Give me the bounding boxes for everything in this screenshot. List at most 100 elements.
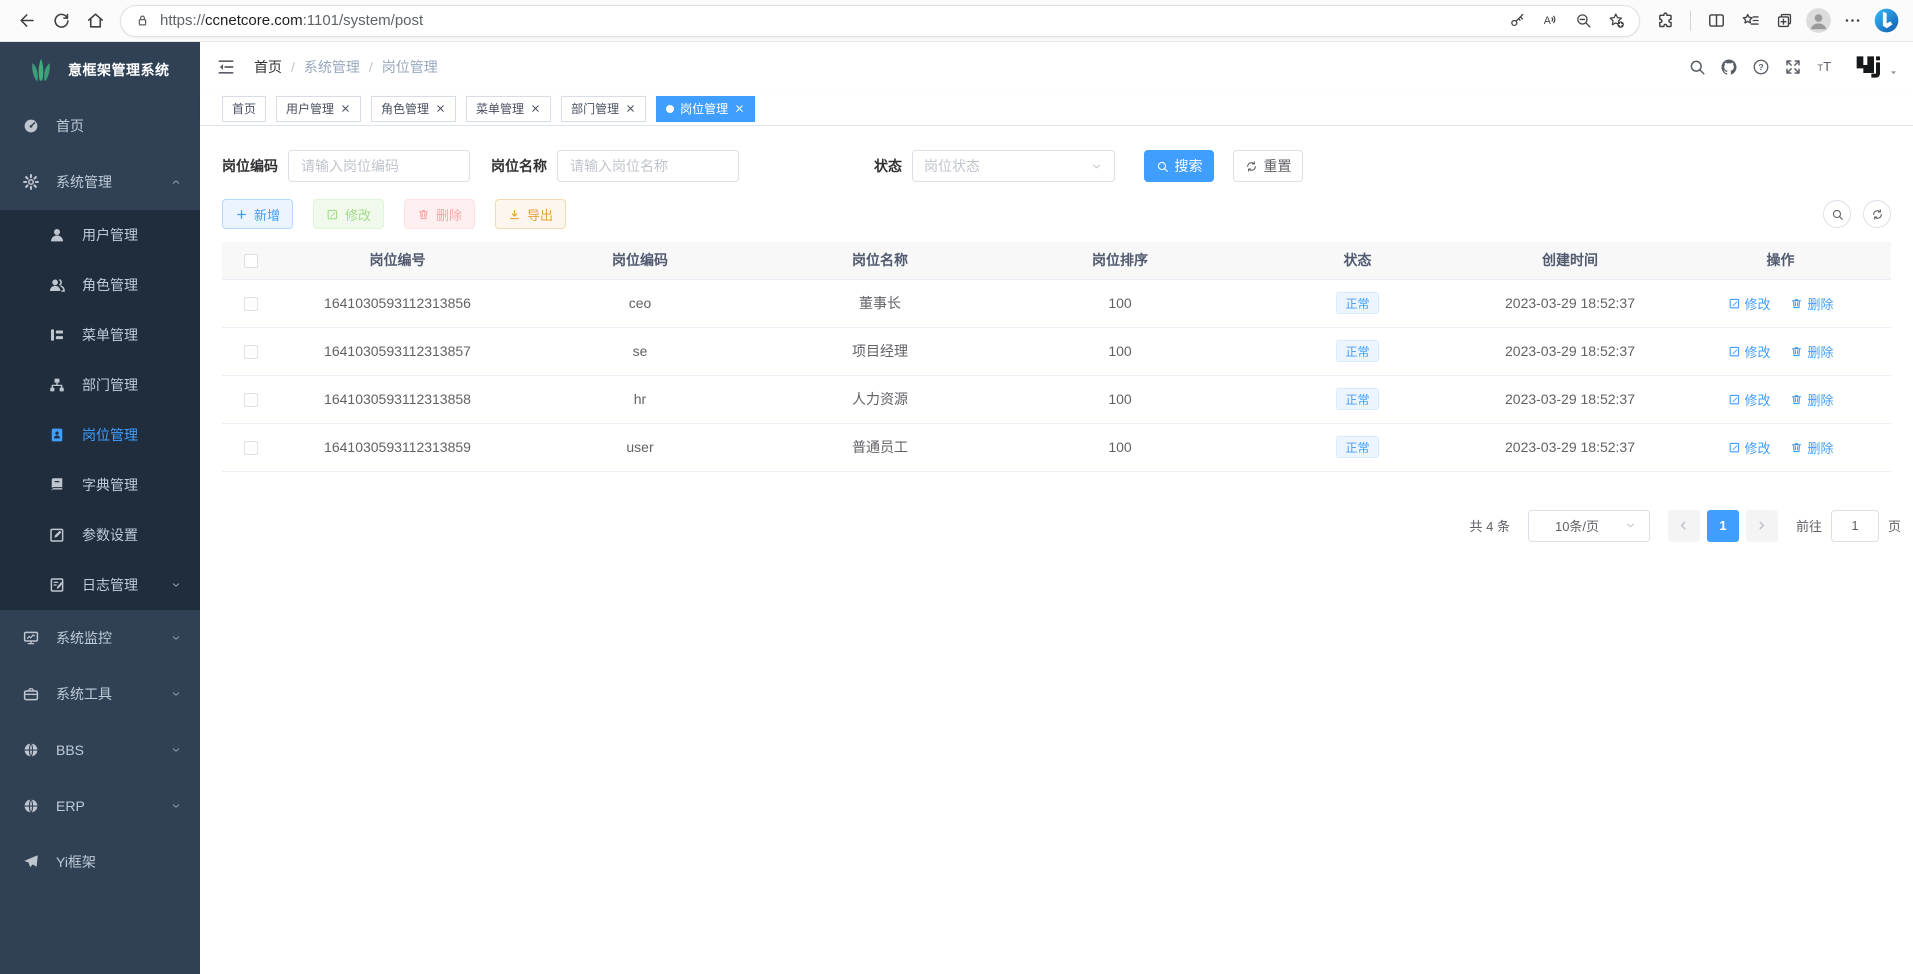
trash-icon <box>417 208 430 221</box>
browser-profile-avatar[interactable] <box>1801 4 1835 38</box>
read-aloud-icon[interactable] <box>1542 12 1559 29</box>
select-all-checkbox[interactable] <box>244 254 258 268</box>
tab-close-icon[interactable] <box>530 103 541 114</box>
sidebar-item-yi-framework[interactable]: Yi框架 <box>0 834 200 890</box>
sidebar-collapse-icon[interactable] <box>216 57 236 77</box>
breadcrumb-home[interactable]: 首页 <box>254 57 282 77</box>
sidebar-item-system-monitor[interactable]: 系统监控 <box>0 610 200 666</box>
browser-refresh-icon[interactable] <box>44 4 78 38</box>
fullscreen-icon[interactable] <box>1777 50 1809 84</box>
header-search-icon[interactable] <box>1681 50 1713 84</box>
sidebar-item-home[interactable]: 首页 <box>0 98 200 154</box>
header-post-sort: 岗位排序 <box>995 242 1245 279</box>
sidebar-item-dept-mgmt[interactable]: 部门管理 <box>0 360 200 410</box>
password-key-icon[interactable] <box>1509 12 1526 29</box>
row-edit-button[interactable]: 修改 <box>1728 294 1771 313</box>
sidebar-item-role-mgmt[interactable]: 角色管理 <box>0 260 200 310</box>
tab-role-mgmt[interactable]: 角色管理 <box>371 96 456 122</box>
app-navbar: 首页 / 系统管理 / 岗位管理 <box>200 42 1913 92</box>
row-edit-button[interactable]: 修改 <box>1728 342 1771 361</box>
post-name-label: 岗位名称 <box>491 156 547 176</box>
tab-home[interactable]: 首页 <box>222 96 266 122</box>
next-page-button[interactable] <box>1746 510 1778 542</box>
github-icon[interactable] <box>1713 50 1745 84</box>
tab-close-icon[interactable] <box>340 103 351 114</box>
refresh-table-button[interactable] <box>1863 200 1891 228</box>
sidebar-item-menu-mgmt[interactable]: 菜单管理 <box>0 310 200 360</box>
sidebar-item-dict-mgmt[interactable]: 字典管理 <box>0 460 200 510</box>
row-edit-button[interactable]: 修改 <box>1728 438 1771 457</box>
prev-page-button[interactable] <box>1668 510 1700 542</box>
row-checkbox[interactable] <box>244 441 258 455</box>
tab-post-mgmt[interactable]: 岗位管理 <box>656 96 755 122</box>
status-badge: 正常 <box>1336 436 1378 458</box>
sidebar-item-erp[interactable]: ERP <box>0 778 200 834</box>
sidebar-item-bbs[interactable]: BBS <box>0 722 200 778</box>
page-size-select[interactable]: 10条/页 <box>1528 510 1650 542</box>
sidebar-item-system-mgmt[interactable]: 系统管理 <box>0 154 200 210</box>
browser-home-icon[interactable] <box>78 4 112 38</box>
browser-back-icon[interactable] <box>10 4 44 38</box>
browser-menu-icon[interactable] <box>1835 4 1869 38</box>
sidebar-item-system-tools[interactable]: 系统工具 <box>0 666 200 722</box>
sidebar-item-post-mgmt[interactable]: 岗位管理 <box>0 410 200 460</box>
chevron-down-icon <box>170 632 182 644</box>
tab-dept-mgmt[interactable]: 部门管理 <box>561 96 646 122</box>
row-delete-button[interactable]: 删除 <box>1790 390 1833 409</box>
sidebar-item-user-mgmt[interactable]: 用户管理 <box>0 210 200 260</box>
cell-post-id: 1641030593112313859 <box>280 423 515 471</box>
tab-close-icon[interactable] <box>625 103 636 114</box>
post-name-input[interactable] <box>557 150 739 182</box>
sidebar-item-param-settings[interactable]: 参数设置 <box>0 510 200 560</box>
reset-button[interactable]: 重置 <box>1233 150 1303 182</box>
lock-icon[interactable] <box>135 13 150 28</box>
chevron-down-icon <box>170 744 182 756</box>
bing-chat-icon[interactable] <box>1869 4 1903 38</box>
split-screen-icon[interactable] <box>1699 4 1733 38</box>
badge-icon <box>46 426 68 444</box>
row-delete-button[interactable]: 删除 <box>1790 342 1833 361</box>
breadcrumb-system-mgmt[interactable]: 系统管理 <box>304 57 360 77</box>
status-select[interactable]: 岗位状态 <box>912 150 1115 182</box>
row-delete-button[interactable]: 删除 <box>1790 294 1833 313</box>
delete-button[interactable]: 删除 <box>404 199 475 229</box>
tab-close-icon[interactable] <box>435 103 446 114</box>
post-code-input[interactable] <box>288 150 470 182</box>
globe-icon <box>20 797 42 815</box>
page-content: 岗位编码 岗位名称 状态 岗位状态 搜索 重置 <box>200 126 1913 974</box>
favorites-list-icon[interactable] <box>1733 4 1767 38</box>
toggle-search-button[interactable] <box>1823 200 1851 228</box>
row-checkbox[interactable] <box>244 297 258 311</box>
sidebar: 意框架管理系统 首页 系统管理 用户管理 角色管理 菜单管理 <box>0 42 200 974</box>
cell-created-time: 2023-03-29 18:52:37 <box>1470 423 1670 471</box>
paper-plane-icon <box>20 853 42 871</box>
collections-icon[interactable] <box>1767 4 1801 38</box>
tab-menu-mgmt[interactable]: 菜单管理 <box>466 96 551 122</box>
row-checkbox[interactable] <box>244 393 258 407</box>
favorite-star-icon[interactable] <box>1608 12 1625 29</box>
row-checkbox[interactable] <box>244 345 258 359</box>
zoom-out-icon[interactable] <box>1575 12 1592 29</box>
font-size-icon[interactable] <box>1809 50 1841 84</box>
page-number-1[interactable]: 1 <box>1707 510 1739 542</box>
help-question-icon[interactable] <box>1745 50 1777 84</box>
row-delete-button[interactable]: 删除 <box>1790 438 1833 457</box>
add-button[interactable]: 新增 <box>222 199 293 229</box>
goto-page-input[interactable] <box>1831 510 1879 542</box>
tab-close-icon[interactable] <box>734 103 745 114</box>
org-tree-icon <box>46 376 68 394</box>
sidebar-item-log-mgmt[interactable]: 日志管理 <box>0 560 200 610</box>
tab-user-mgmt[interactable]: 用户管理 <box>276 96 361 122</box>
row-edit-button[interactable]: 修改 <box>1728 390 1771 409</box>
extensions-puzzle-icon[interactable] <box>1648 4 1682 38</box>
address-bar[interactable]: https://ccnetcore.com:1101/system/post <box>120 5 1640 37</box>
cell-post-code: ceo <box>515 279 765 327</box>
pagination-total: 共 4 条 <box>1470 516 1510 535</box>
user-avatar[interactable] <box>1851 50 1885 84</box>
table-header-row: 岗位编号 岗位编码 岗位名称 岗位排序 状态 创建时间 操作 <box>222 242 1891 279</box>
search-button[interactable]: 搜索 <box>1144 150 1214 182</box>
export-button[interactable]: 导出 <box>495 199 566 229</box>
trash-icon <box>1790 393 1803 406</box>
edit-button[interactable]: 修改 <box>313 199 384 229</box>
avatar-caret-down-icon[interactable] <box>1888 67 1899 78</box>
